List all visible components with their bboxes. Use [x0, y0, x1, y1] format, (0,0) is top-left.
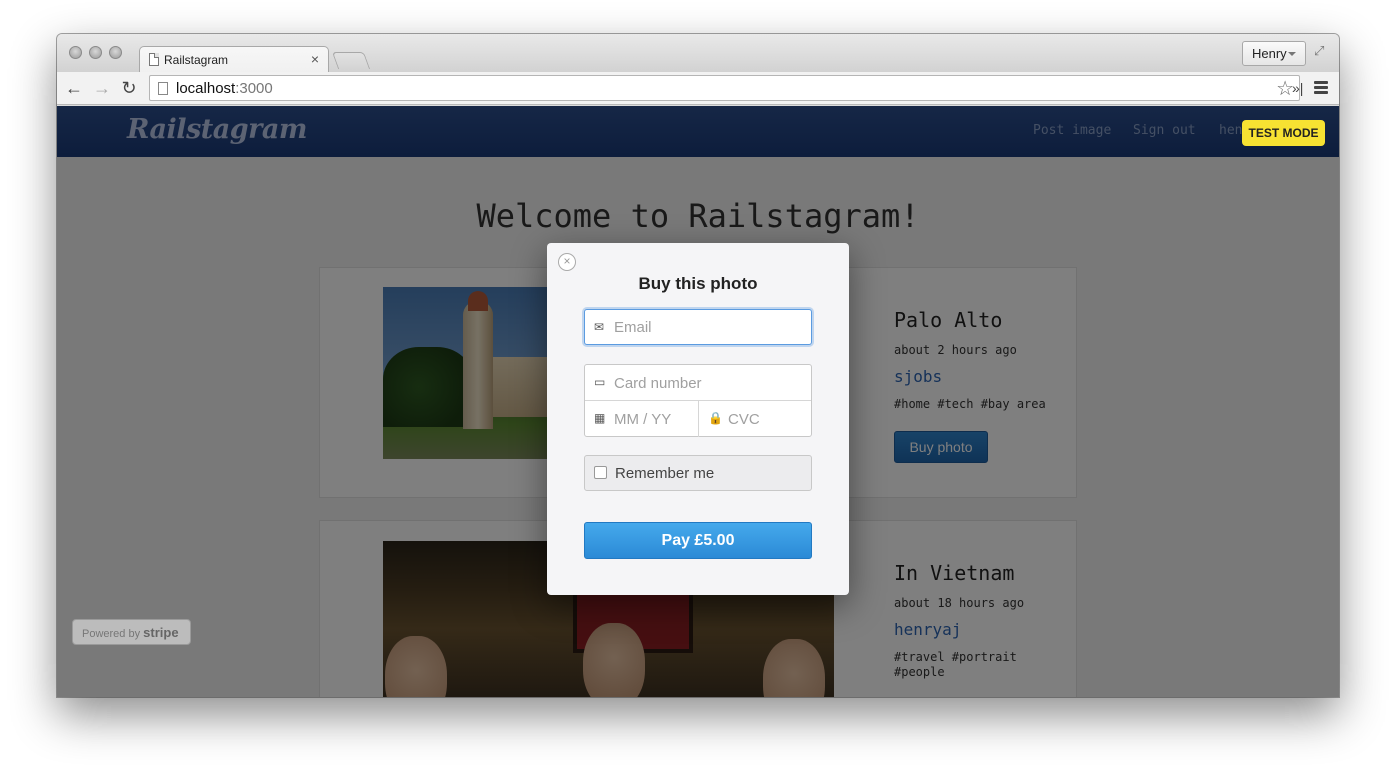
minimize-window-button[interactable] [89, 46, 102, 59]
remember-me-checkbox[interactable] [594, 466, 607, 479]
new-tab-button[interactable] [331, 52, 371, 69]
lock-icon: 🔒 [708, 411, 723, 425]
cvc-input[interactable] [728, 401, 808, 437]
email-input[interactable] [614, 310, 804, 344]
browser-toolbar: ← → ↻ localhost:3000 ☆ »| [57, 72, 1339, 105]
chevron-down-icon [1288, 52, 1296, 56]
reload-icon[interactable]: ↻ [119, 77, 139, 99]
extensions-overflow-icon[interactable]: »| [1292, 80, 1303, 96]
fullscreen-icon[interactable]: ⤢ [1314, 43, 1330, 59]
profile-name: Henry [1252, 46, 1287, 61]
credit-card-icon: ▭ [594, 375, 606, 389]
zoom-window-button[interactable] [109, 46, 122, 59]
title-bar: Railstagram × Henry ⤢ [57, 34, 1339, 73]
pay-button[interactable]: Pay £5.00 [584, 522, 812, 559]
url-host: localhost [176, 80, 236, 97]
remember-me-toggle[interactable]: Remember me [584, 455, 812, 491]
close-window-button[interactable] [69, 46, 82, 59]
page-viewport: Railstagram Post image Sign out hen Welc… [57, 106, 1339, 697]
close-tab-icon[interactable]: × [311, 51, 319, 67]
back-icon[interactable]: ← [64, 77, 84, 99]
remember-me-label: Remember me [615, 465, 715, 482]
email-field[interactable]: ✉ [584, 309, 812, 345]
browser-tab[interactable]: Railstagram × [139, 46, 329, 73]
url-port: :3000 [235, 80, 273, 97]
close-icon[interactable]: × [558, 253, 576, 271]
cvc-field[interactable]: 🔒 [699, 401, 813, 437]
forward-icon[interactable]: → [92, 77, 112, 99]
powered-by-stripe[interactable]: Powered by stripe [72, 619, 191, 645]
tab-title: Railstagram [164, 53, 229, 67]
profile-button[interactable]: Henry [1242, 41, 1306, 66]
card-details-group: ▭ ▦ 🔒 [584, 364, 812, 437]
expiry-input[interactable] [614, 401, 694, 437]
stripe-logo: stripe [143, 625, 179, 640]
menu-icon[interactable] [1314, 81, 1328, 94]
test-mode-badge: TEST MODE [1242, 120, 1325, 146]
calendar-icon: ▦ [594, 411, 606, 425]
address-bar[interactable]: localhost:3000 ☆ [149, 75, 1300, 101]
card-number-field[interactable]: ▭ [585, 365, 811, 401]
card-number-input[interactable] [614, 365, 804, 401]
powered-by-text: Powered by [82, 628, 141, 640]
url-text: localhost:3000 [176, 80, 273, 97]
browser-window: Railstagram × Henry ⤢ ← → ↻ localhost:30… [57, 34, 1339, 697]
page-icon [149, 53, 159, 66]
page-icon [158, 82, 168, 95]
checkout-modal: × Buy this photo ✉ ▭ ▦ 🔒 [547, 243, 849, 595]
email-icon: ✉ [594, 320, 605, 334]
expiry-field[interactable]: ▦ [585, 401, 699, 437]
checkout-title: Buy this photo [638, 274, 758, 293]
